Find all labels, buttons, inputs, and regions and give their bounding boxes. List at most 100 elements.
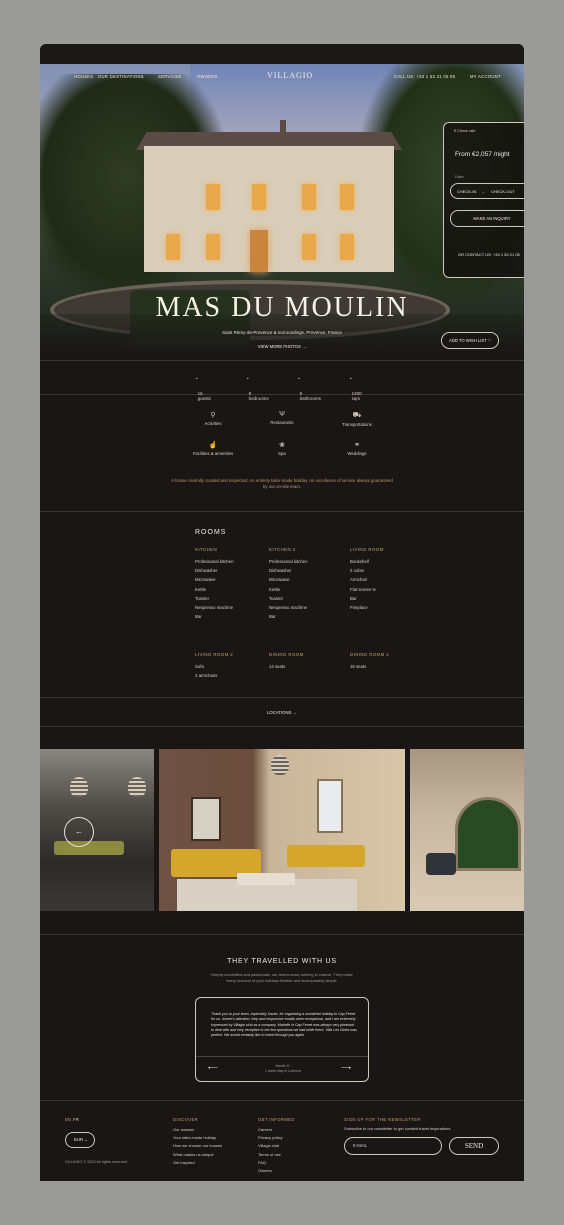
room-group-title: LIVING ROOM 2 — [195, 652, 234, 657]
stat-area-value: 1200 sqm — [351, 391, 362, 401]
footer-link[interactable]: What makes us unique — [173, 1151, 222, 1159]
make-inquiry-button[interactable]: MAKE AN INQUIRY — [450, 210, 524, 227]
rooms-heading: ROOMS — [195, 529, 227, 536]
nav-houses[interactable]: HOUSES — [74, 74, 93, 79]
amenity-label: Transportations — [342, 422, 372, 427]
date-range-picker[interactable]: CHECK-IN → CHECK-OUT — [450, 183, 524, 199]
nav-services[interactable]: SERVICES — [158, 74, 182, 79]
site-logo[interactable]: VILLAGIO — [267, 71, 313, 80]
room-item: Bookshelf — [350, 559, 369, 564]
service-tagline: A house carefully curated and inspected.… — [171, 478, 393, 489]
footer-link[interactable]: Get inspired — [173, 1159, 222, 1167]
check-out-field[interactable]: CHECK-OUT — [491, 189, 515, 194]
stat-area: • 1200 sqm — [350, 376, 362, 401]
amenity-transportations[interactable]: ⛟ Transportations — [327, 411, 387, 427]
testimonials-subtitle: Deeply committed and passionate, our tea… — [211, 972, 353, 983]
chandelier — [70, 777, 88, 797]
newsletter-email-input[interactable]: E-MAIL — [344, 1137, 442, 1155]
room-item: Flat screen tv — [350, 586, 376, 592]
footer-link[interactable]: Careers — [258, 1126, 282, 1134]
dates-label: Dates — [455, 175, 464, 179]
currency-selector[interactable]: € Check rate — [454, 129, 476, 133]
amenity-label: Restaurants — [270, 420, 294, 425]
footer-link[interactable]: Villagio club — [258, 1142, 282, 1150]
gallery-prev-button[interactable]: ← — [64, 817, 94, 847]
amenity-spa[interactable]: ❀ Spa — [252, 441, 312, 456]
room-item: 16 seats — [350, 664, 367, 669]
armchair — [426, 853, 456, 875]
room-group-dining-room: DINING ROOM 14 seats — [269, 652, 304, 673]
add-to-wishlist-button[interactable]: ADD TO WISH LIST ♡ — [441, 332, 499, 349]
booking-card: € Check rate From €2,057 /night Dates CH… — [443, 122, 524, 278]
house-window — [252, 184, 266, 210]
footer-link[interactable]: Your tailor-made holiday — [173, 1134, 222, 1142]
sofa — [287, 845, 365, 867]
bicycle-icon: ⚲ — [210, 412, 216, 419]
stat-bathrooms-value: 9 bathrooms — [299, 391, 321, 401]
room-item: Kettle — [269, 586, 280, 592]
window — [317, 779, 343, 833]
newsletter-title: SIGN UP FOR THE NEWSLETTER — [344, 1117, 421, 1122]
lang-en[interactable]: EN — [65, 1117, 71, 1122]
page-frame: HOUSES OUR DESTINATIONS SERVICES OWNERS … — [40, 44, 524, 1181]
amenity-activities[interactable]: ⚲ Activities — [183, 411, 243, 426]
booking-contact[interactable]: OR CONTACT US: +33 1 53 21 05 — [458, 252, 520, 257]
lotus-icon: ❀ — [279, 442, 285, 449]
footer-link[interactable]: Privacy policy — [258, 1134, 282, 1142]
lang-fr[interactable]: FR — [73, 1117, 79, 1122]
browser-topbar — [40, 44, 524, 64]
footer-link[interactable]: FAQ — [258, 1159, 282, 1167]
room-item: Bar — [269, 614, 276, 620]
hand-icon: ☝ — [208, 442, 218, 449]
footer-discover-links: Our mission Your tailor-made holiday How… — [173, 1126, 222, 1167]
arrow-right-icon: → — [302, 344, 307, 349]
section-divider — [40, 511, 524, 512]
nav-call-us[interactable]: CALL US: +33 1 53 21 05 05 — [394, 74, 455, 79]
footer-link[interactable]: Terms of use — [258, 1151, 282, 1159]
footer-link[interactable]: Owners — [258, 1167, 282, 1175]
gallery-photo-3[interactable] — [410, 749, 524, 911]
room-group-title: DINING ROOM 2 — [350, 652, 390, 657]
room-item: Dishwasher — [195, 568, 218, 574]
room-item: Nespresso machine — [195, 604, 233, 610]
stat-guests: • 16 guests — [196, 376, 211, 401]
heart-icon: ♡ — [487, 338, 492, 343]
room-group-living-room-2: LIVING ROOM 2 Sofa 4 armchairs — [195, 652, 233, 682]
room-item: Professional kitchen — [195, 559, 234, 564]
wall-painting — [191, 797, 221, 841]
testimonial-next-arrow-icon[interactable]: ⟶ — [341, 1064, 351, 1072]
footer-discover-title: DISCOVER — [173, 1117, 199, 1122]
testimonial-card: Thank you to your team, especially Xavie… — [195, 997, 369, 1082]
room-item: Sofa — [195, 664, 204, 669]
amenity-weddings[interactable]: ⚭ Weddings — [327, 441, 387, 456]
gallery-photo-1[interactable]: ← — [40, 749, 154, 911]
check-in-field[interactable]: CHECK-IN — [457, 189, 476, 194]
amenity-facilities[interactable]: ☝ Facilities & amenities — [183, 441, 243, 456]
section-divider — [40, 1100, 524, 1101]
nav-destinations[interactable]: OUR DESTINATIONS — [98, 74, 144, 79]
room-item: 4 armchairs — [195, 673, 218, 679]
amenity-restaurants[interactable]: Ψ Restaurants — [252, 411, 312, 425]
footer-link[interactable]: How we choose our houses — [173, 1142, 222, 1150]
room-group-kitchen-2: KITCHEN 2 Professional kitchen Dishwashe… — [269, 547, 307, 623]
house-door — [250, 230, 268, 272]
newsletter-send-button[interactable]: SEND — [449, 1137, 499, 1155]
property-title: MAS DU MOULIN — [155, 292, 409, 323]
arched-window — [455, 797, 521, 871]
house-window — [340, 234, 354, 260]
stat-bedrooms-value: 8 bedrooms — [248, 391, 269, 401]
room-item: Microwave — [195, 577, 216, 583]
testimonials-heading: THEY TRAVELLED WITH US — [227, 958, 337, 965]
amenities-grid: ⚲ Activities Ψ Restaurants ⛟ Transportation… — [40, 411, 524, 471]
room-item: Nespresso machine — [269, 604, 307, 610]
nav-my-account[interactable]: MY ACCOUNT — [470, 74, 501, 79]
currency-select[interactable]: EUR ⌄ — [65, 1132, 95, 1148]
chandelier — [271, 755, 289, 775]
gallery-photo-2[interactable] — [159, 749, 405, 911]
room-item: Dishwasher — [269, 568, 292, 574]
footer-link[interactable]: Our mission — [173, 1126, 222, 1134]
footer-informed-title: GET INFORMED — [258, 1117, 295, 1122]
language-switcher: EN FR — [65, 1117, 79, 1122]
locations-link[interactable]: LOCATIONS → — [40, 710, 524, 715]
nav-owners[interactable]: OWNERS — [197, 74, 218, 79]
